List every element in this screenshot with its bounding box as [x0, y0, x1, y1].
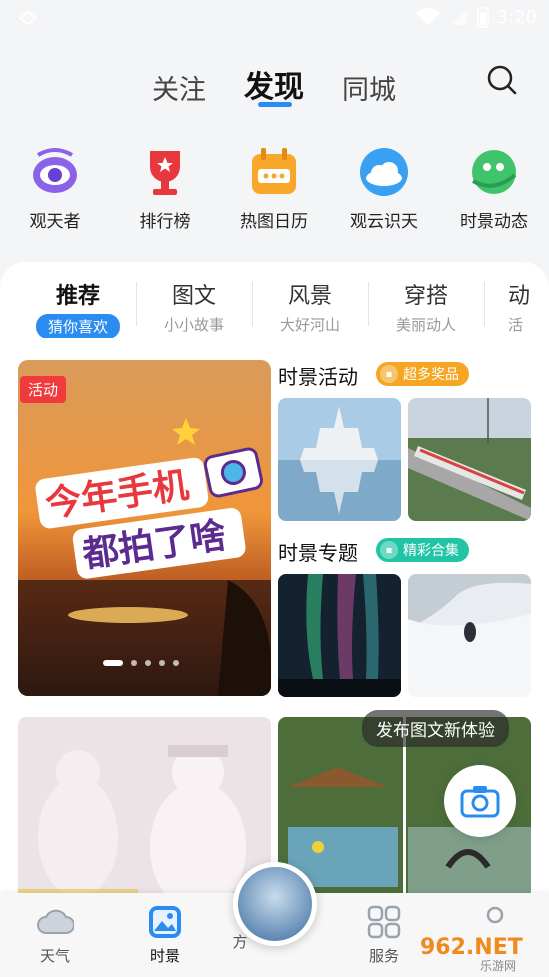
category-tabs: 推荐 猜你喜欢 图文 小小故事 风景 大好河山 穿搭 美丽动人 动 活 [0, 278, 549, 338]
nav-label: 服务 [368, 947, 399, 965]
snow-image [408, 574, 531, 697]
topic-thumb-snow[interactable] [408, 574, 531, 697]
activity-banner[interactable]: 今年手机 都拍了啥 [18, 360, 271, 696]
category-subtitle: 美丽动人 [395, 316, 456, 334]
category-subtitle: 大好河山 [279, 316, 340, 334]
category-title: 风景 [287, 284, 332, 309]
publish-button[interactable] [444, 765, 516, 837]
cloud-nav-icon [37, 909, 74, 934]
category-subtitle: 活 [508, 316, 524, 334]
carousel-dot[interactable] [173, 660, 179, 666]
grid-icon: ▪ [380, 365, 398, 383]
activity-thumb-train[interactable] [408, 398, 531, 521]
trophy-icon [150, 151, 180, 195]
tab-local[interactable]: 同城 [342, 68, 396, 107]
carousel-dots [103, 660, 179, 666]
quick-link-label: 观云识天 [350, 212, 418, 232]
divider [368, 282, 369, 326]
feed-card-snowmen[interactable] [18, 717, 271, 907]
snowmen-image [18, 717, 271, 907]
divider [252, 282, 253, 326]
quick-link-calendar[interactable]: 热图日历 [224, 145, 324, 232]
picture-icon [149, 906, 181, 938]
carousel-dot[interactable] [131, 660, 137, 666]
activity-pill: ▪ 超多奖品 [376, 362, 469, 386]
category-title: 推荐 [55, 284, 100, 309]
planet-icon [472, 150, 517, 194]
watermark-sub: 乐游网 [480, 959, 516, 973]
center-orb-button[interactable] [233, 862, 317, 946]
top-tabs: 关注 发现 同城 [0, 58, 549, 110]
activity-badge: 活动 [20, 376, 67, 403]
status-time: 3:20 [496, 6, 537, 28]
quick-link-cloud[interactable]: 观云识天 [334, 145, 434, 232]
quick-links: 观天者 排行榜 热图日历 观云识天 时景动态 [0, 145, 549, 235]
category-more[interactable]: 动 活 [484, 278, 544, 335]
category-recommend[interactable]: 推荐 猜你喜欢 [20, 278, 136, 338]
category-graphic[interactable]: 图文 小小故事 [136, 278, 252, 335]
carousel-dot[interactable] [103, 660, 123, 666]
nav-label: 时景 [149, 947, 180, 965]
carousel-dot[interactable] [159, 660, 165, 666]
status-bar: 3:20 [0, 0, 549, 36]
topic-thumb-aurora[interactable] [278, 574, 401, 697]
grid-nav-icon [367, 905, 401, 939]
cloud-icon [360, 148, 408, 196]
tab-discover[interactable]: 发现 [244, 62, 304, 106]
train-image [408, 398, 531, 521]
category-scenery[interactable]: 风景 大好河山 [252, 278, 368, 335]
banner-image: 今年手机 都拍了啥 [18, 360, 271, 696]
app-notification-icon [18, 10, 38, 26]
publish-tooltip: 发布图文新体验 [362, 710, 509, 747]
nav-label: 天气 [39, 947, 70, 965]
carousel-dot[interactable] [145, 660, 151, 666]
nav-shijing[interactable]: 时景 [125, 903, 205, 966]
aurora-image [278, 574, 401, 697]
quick-link-label: 热图日历 [240, 212, 308, 232]
quick-link-label: 观天者 [29, 212, 81, 232]
activity-section-title[interactable]: 时景活动 [278, 361, 358, 390]
eye-icon [33, 148, 77, 193]
category-subtitle: 猜你喜欢 [35, 314, 120, 338]
battery-icon [476, 7, 489, 28]
camera-sticker-icon [203, 447, 264, 498]
search-icon[interactable] [486, 64, 518, 96]
camera-icon [460, 786, 500, 818]
tab-follow[interactable]: 关注 [152, 68, 206, 107]
quick-link-label: 时景动态 [460, 212, 528, 232]
activity-thumb-temple[interactable] [278, 398, 401, 521]
nav-label: 方 [232, 933, 248, 951]
temple-image [278, 398, 401, 521]
sky-image [238, 867, 312, 941]
category-title: 穿搭 [403, 284, 448, 309]
calendar-icon [252, 148, 296, 194]
category-outfit[interactable]: 穿搭 美丽动人 [368, 278, 484, 335]
divider [484, 282, 485, 326]
grid-icon: ▪ [380, 541, 398, 559]
wifi-icon [415, 8, 440, 25]
category-title: 图文 [171, 284, 216, 309]
quick-link-label: 排行榜 [139, 212, 191, 232]
nav-weather[interactable]: 天气 [15, 903, 95, 966]
watermark-logo: 962.NET 乐游网 [412, 932, 546, 973]
topic-pill-label: 精彩合集 [403, 543, 459, 559]
quick-link-ranking[interactable]: 排行榜 [115, 145, 215, 232]
watermark-brand: 962.NET [420, 935, 523, 960]
category-subtitle: 小小故事 [163, 316, 224, 334]
activity-pill-label: 超多奖品 [403, 367, 459, 383]
tab-underline [258, 102, 292, 107]
category-title: 动 [508, 284, 531, 309]
topic-pill: ▪ 精彩合集 [376, 538, 469, 562]
quick-link-moments[interactable]: 时景动态 [444, 145, 544, 232]
quick-link-observer[interactable]: 观天者 [5, 145, 105, 232]
divider [136, 282, 137, 326]
topic-section-title[interactable]: 时景专题 [278, 537, 358, 566]
signal-icon [450, 9, 467, 25]
